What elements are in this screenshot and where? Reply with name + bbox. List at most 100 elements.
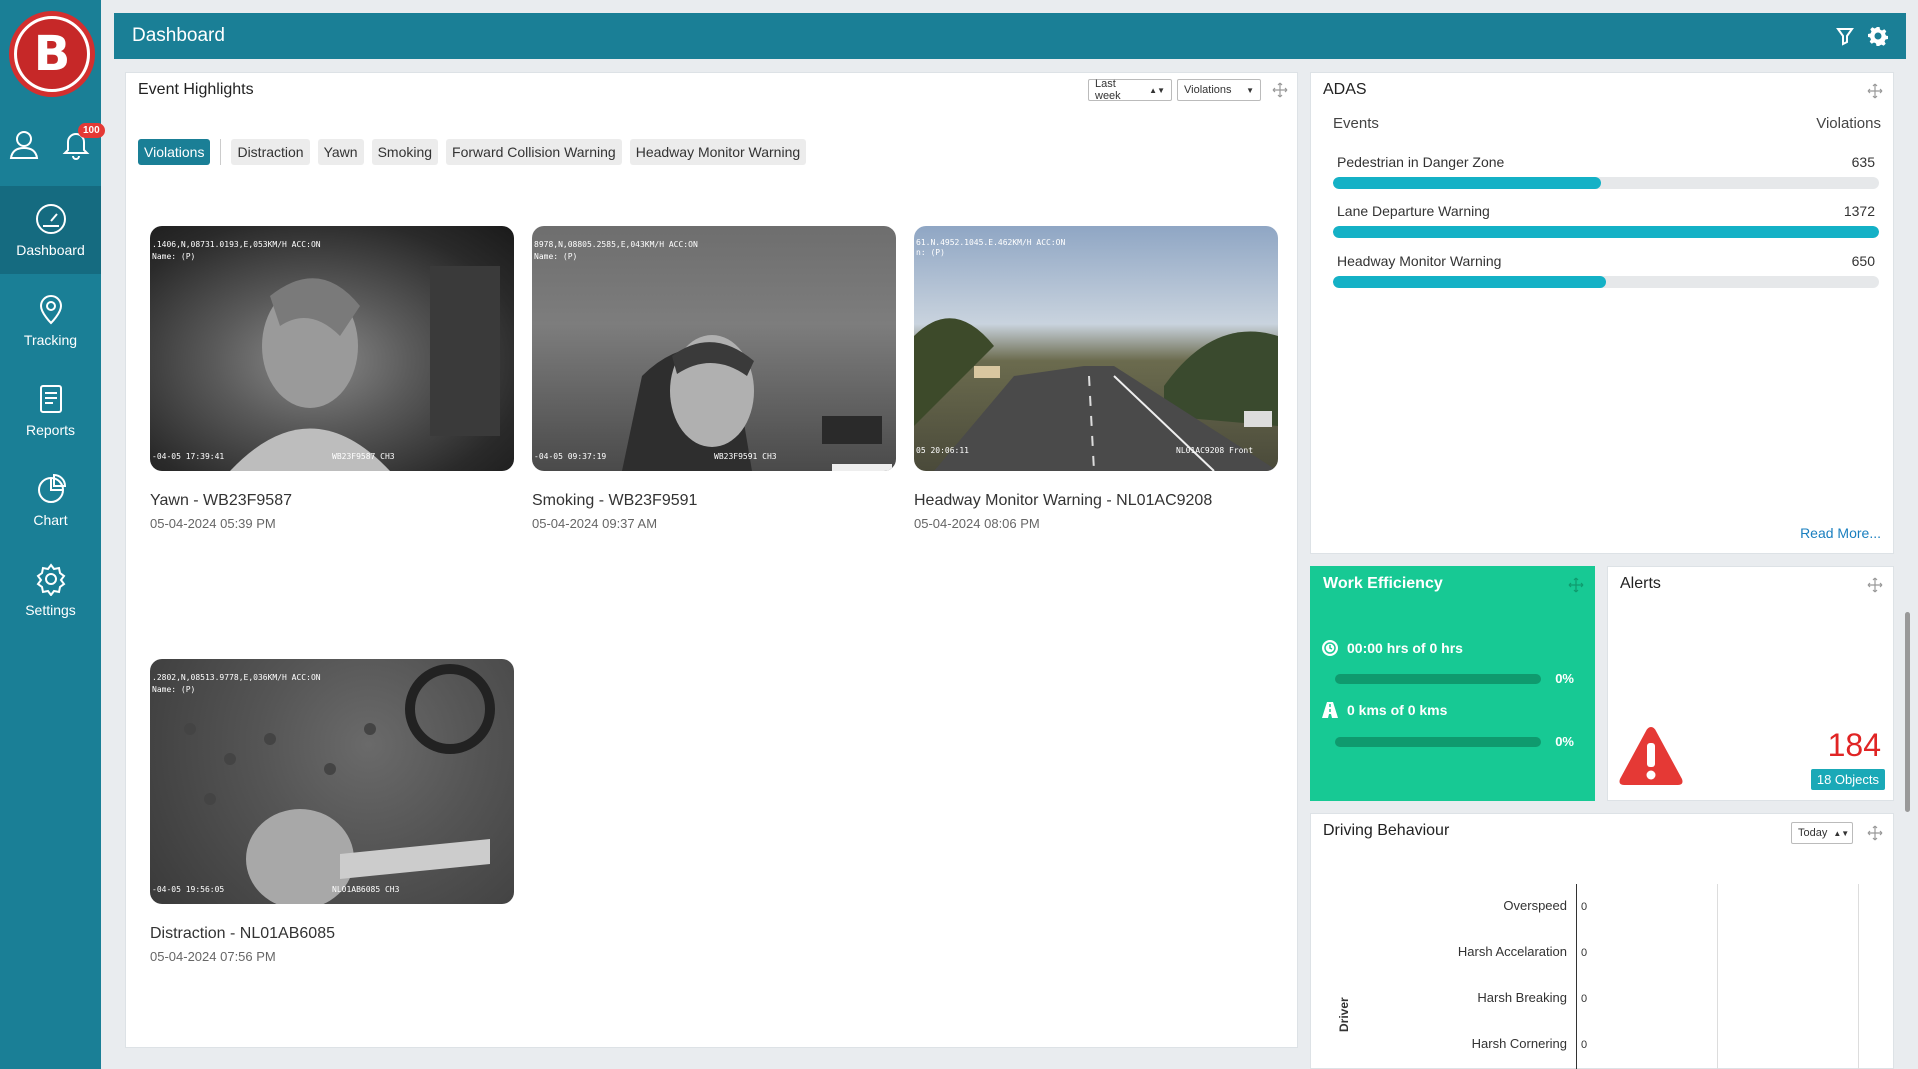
chart-y-axis [1576, 884, 1577, 1069]
osd-name: Name: (P) [152, 685, 196, 694]
brand-logo[interactable]: B [9, 11, 95, 97]
osd-gps: 61.N.4952.1045.E.462KM/H ACC:ON [916, 238, 1066, 247]
work-hours-percent: 0% [1555, 671, 1574, 686]
event-card[interactable]: .1406,N,08731.0193,E,053KM/H ACC:ON Name… [150, 226, 514, 531]
event-thumbnail[interactable]: 61.N.4952.1045.E.462KM/H ACC:ON n: (P) 0… [914, 226, 1278, 471]
osd-name: n: (P) [916, 248, 945, 257]
user-icon[interactable] [8, 128, 40, 160]
work-kms-row: 0 kms of 0 kms [1321, 701, 1584, 719]
chart-gridline [1717, 884, 1718, 1069]
event-filter-chips: Violations Distraction Yawn Smoking Forw… [138, 139, 807, 165]
period-select[interactable]: Last week ▲▼ [1088, 78, 1172, 102]
event-card-date: 05-04-2024 07:56 PM [150, 949, 276, 964]
event-card-title: Headway Monitor Warning - NL01AC9208 [914, 492, 1213, 509]
chip-yawn[interactable]: Yawn [317, 139, 364, 165]
chip-distraction[interactable]: Distraction [231, 139, 310, 165]
clock-icon [1322, 640, 1338, 656]
gear-icon [36, 563, 65, 596]
driver-silhouette [184, 664, 495, 904]
settings-gear-icon[interactable] [1868, 26, 1888, 46]
event-card-date: 05-04-2024 05:39 PM [150, 516, 276, 531]
adas-row-label: Headway Monitor Warning [1337, 253, 1502, 269]
filter-icon[interactable] [1836, 26, 1856, 46]
sidebar-item-dashboard[interactable]: Dashboard [0, 186, 101, 274]
chip-violations[interactable]: Violations [138, 139, 211, 165]
sidebar: B 100 Dashboard Tracking Reports Chart S… [0, 0, 105, 1069]
sort-arrows-icon: ▲▼ [1149, 85, 1165, 95]
event-thumbnail[interactable]: 8978,N,08805.2585,E,043KM/H ACC:ON Name:… [532, 226, 896, 471]
chart-value-label: 0 [1581, 993, 1588, 1005]
move-icon[interactable] [1272, 82, 1288, 98]
driver-silhouette [230, 266, 500, 471]
work-hours-row: 00:00 hrs of 0 hrs [1321, 639, 1584, 657]
event-card[interactable]: .2802,N,08513.9778,E,036KM/H ACC:ON Name… [150, 659, 514, 964]
dashboard-icon [35, 204, 66, 234]
event-type-select[interactable]: Violations ▼ [1177, 79, 1261, 101]
chart-category-label: Harsh Cornering [1471, 1036, 1567, 1051]
move-icon[interactable] [1867, 825, 1883, 841]
osd-timestamp: -04-05 17:39:41 [152, 452, 225, 461]
sidebar-item-label: Dashboard [16, 242, 85, 258]
adas-row: Lane Departure Warning 1372 [1333, 203, 1879, 238]
move-icon[interactable] [1867, 83, 1883, 99]
road-icon [1322, 702, 1338, 718]
adas-panel: ADAS Events Violations Pedestrian in Dan… [1310, 72, 1894, 554]
page-header: Dashboard [114, 13, 1906, 59]
location-pin-icon [39, 295, 62, 325]
work-kms-bar [1335, 737, 1541, 747]
adas-progress-track [1333, 276, 1879, 288]
pie-chart-icon [37, 473, 66, 503]
event-thumbnail[interactable]: .1406,N,08731.0193,E,053KM/H ACC:ON Name… [150, 226, 514, 471]
adas-progress-fill [1333, 177, 1601, 189]
work-kms-text: 0 kms of 0 kms [1347, 702, 1448, 718]
chip-forward-collision-warning[interactable]: Forward Collision Warning [446, 139, 622, 165]
osd-timestamp: -04-05 09:37:19 [534, 452, 607, 461]
osd-vehicle: NL01AC9208 Front [1176, 446, 1254, 455]
alerts-title: Alerts [1620, 575, 1661, 592]
adas-row-value: 650 [1851, 253, 1875, 269]
sidebar-item-label: Chart [33, 512, 68, 528]
alerts-panel: Alerts 184 18 Objects [1607, 566, 1894, 801]
work-efficiency-title: Work Efficiency [1323, 575, 1443, 592]
event-card[interactable]: 8978,N,08805.2585,E,043KM/H ACC:ON Name:… [532, 226, 896, 531]
chart-gridline [1858, 884, 1859, 1069]
chart-value-label: 0 [1581, 901, 1588, 913]
brand-logo-mark: B [17, 19, 87, 89]
move-icon[interactable] [1867, 577, 1883, 593]
osd-timestamp: 05 20:06:11 [916, 446, 969, 455]
driving-period-select[interactable]: Today ▲▼ [1791, 822, 1853, 844]
work-kms-percent: 0% [1555, 734, 1574, 749]
event-type-select-value: Violations [1184, 84, 1232, 96]
warning-triangle-icon [1619, 727, 1683, 785]
read-more-link[interactable]: Read More... [1800, 525, 1881, 541]
move-icon[interactable] [1568, 577, 1584, 593]
sidebar-top-icons: 100 [0, 123, 105, 168]
osd-name: Name: (P) [152, 252, 196, 261]
work-hours-bar [1335, 674, 1541, 684]
driver-silhouette [622, 335, 892, 471]
chip-smoking[interactable]: Smoking [371, 139, 439, 165]
event-card-date: 05-04-2024 09:37 AM [532, 516, 658, 531]
osd-vehicle: NL01AB6085 CH3 [332, 885, 400, 894]
work-hours-text: 00:00 hrs of 0 hrs [1347, 640, 1463, 656]
work-efficiency-panel: Work Efficiency 00:00 hrs of 0 hrs 0% 0 … [1310, 566, 1595, 801]
sidebar-item-reports[interactable]: Reports [0, 366, 101, 454]
adas-title: ADAS [1323, 81, 1367, 98]
chart-axis-title: Driver [1337, 997, 1351, 1032]
alerts-objects-badge[interactable]: 18 Objects [1810, 769, 1885, 790]
event-card-title: Distraction - NL01AB6085 [150, 925, 335, 942]
sidebar-item-chart[interactable]: Chart [0, 456, 101, 544]
event-thumbnail[interactable]: .2802,N,08513.9778,E,036KM/H ACC:ON Name… [150, 659, 514, 904]
adas-row-value: 635 [1851, 154, 1875, 170]
adas-progress-track [1333, 226, 1879, 238]
chart-category-label: Harsh Accelaration [1457, 944, 1567, 959]
event-card[interactable]: 61.N.4952.1045.E.462KM/H ACC:ON n: (P) 0… [914, 226, 1278, 531]
sidebar-item-tracking[interactable]: Tracking [0, 276, 101, 364]
adas-progress-fill [1333, 226, 1879, 238]
sidebar-item-settings[interactable]: Settings [0, 546, 101, 634]
chip-headway-monitor-warning[interactable]: Headway Monitor Warning [629, 139, 807, 165]
event-card-title: Smoking - WB23F9591 [532, 492, 698, 509]
page-scrollbar[interactable] [1905, 612, 1910, 812]
adas-progress-track [1333, 177, 1879, 189]
sort-arrows-icon: ▲▼ [1833, 828, 1850, 838]
